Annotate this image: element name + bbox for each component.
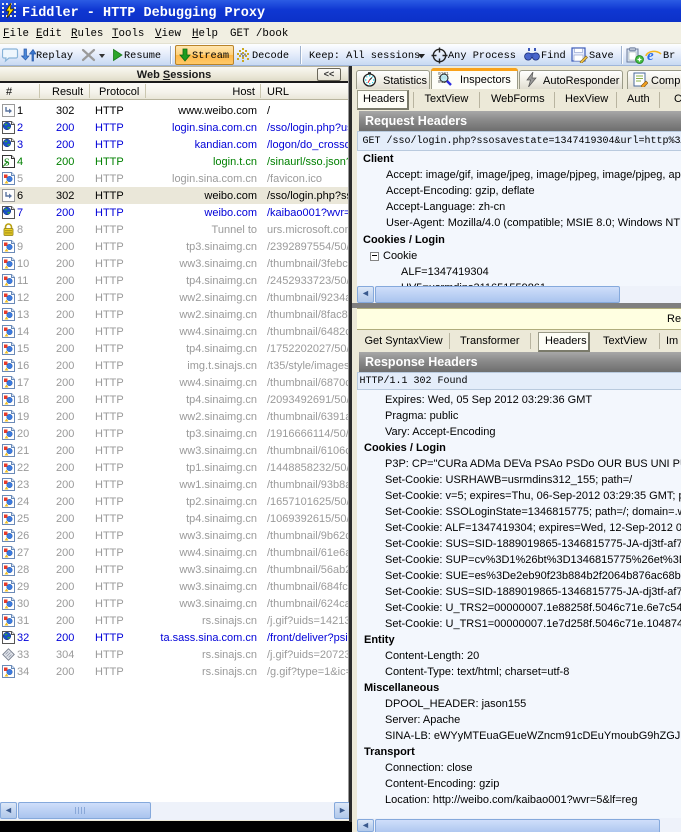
svg-text:e: e xyxy=(647,48,654,63)
